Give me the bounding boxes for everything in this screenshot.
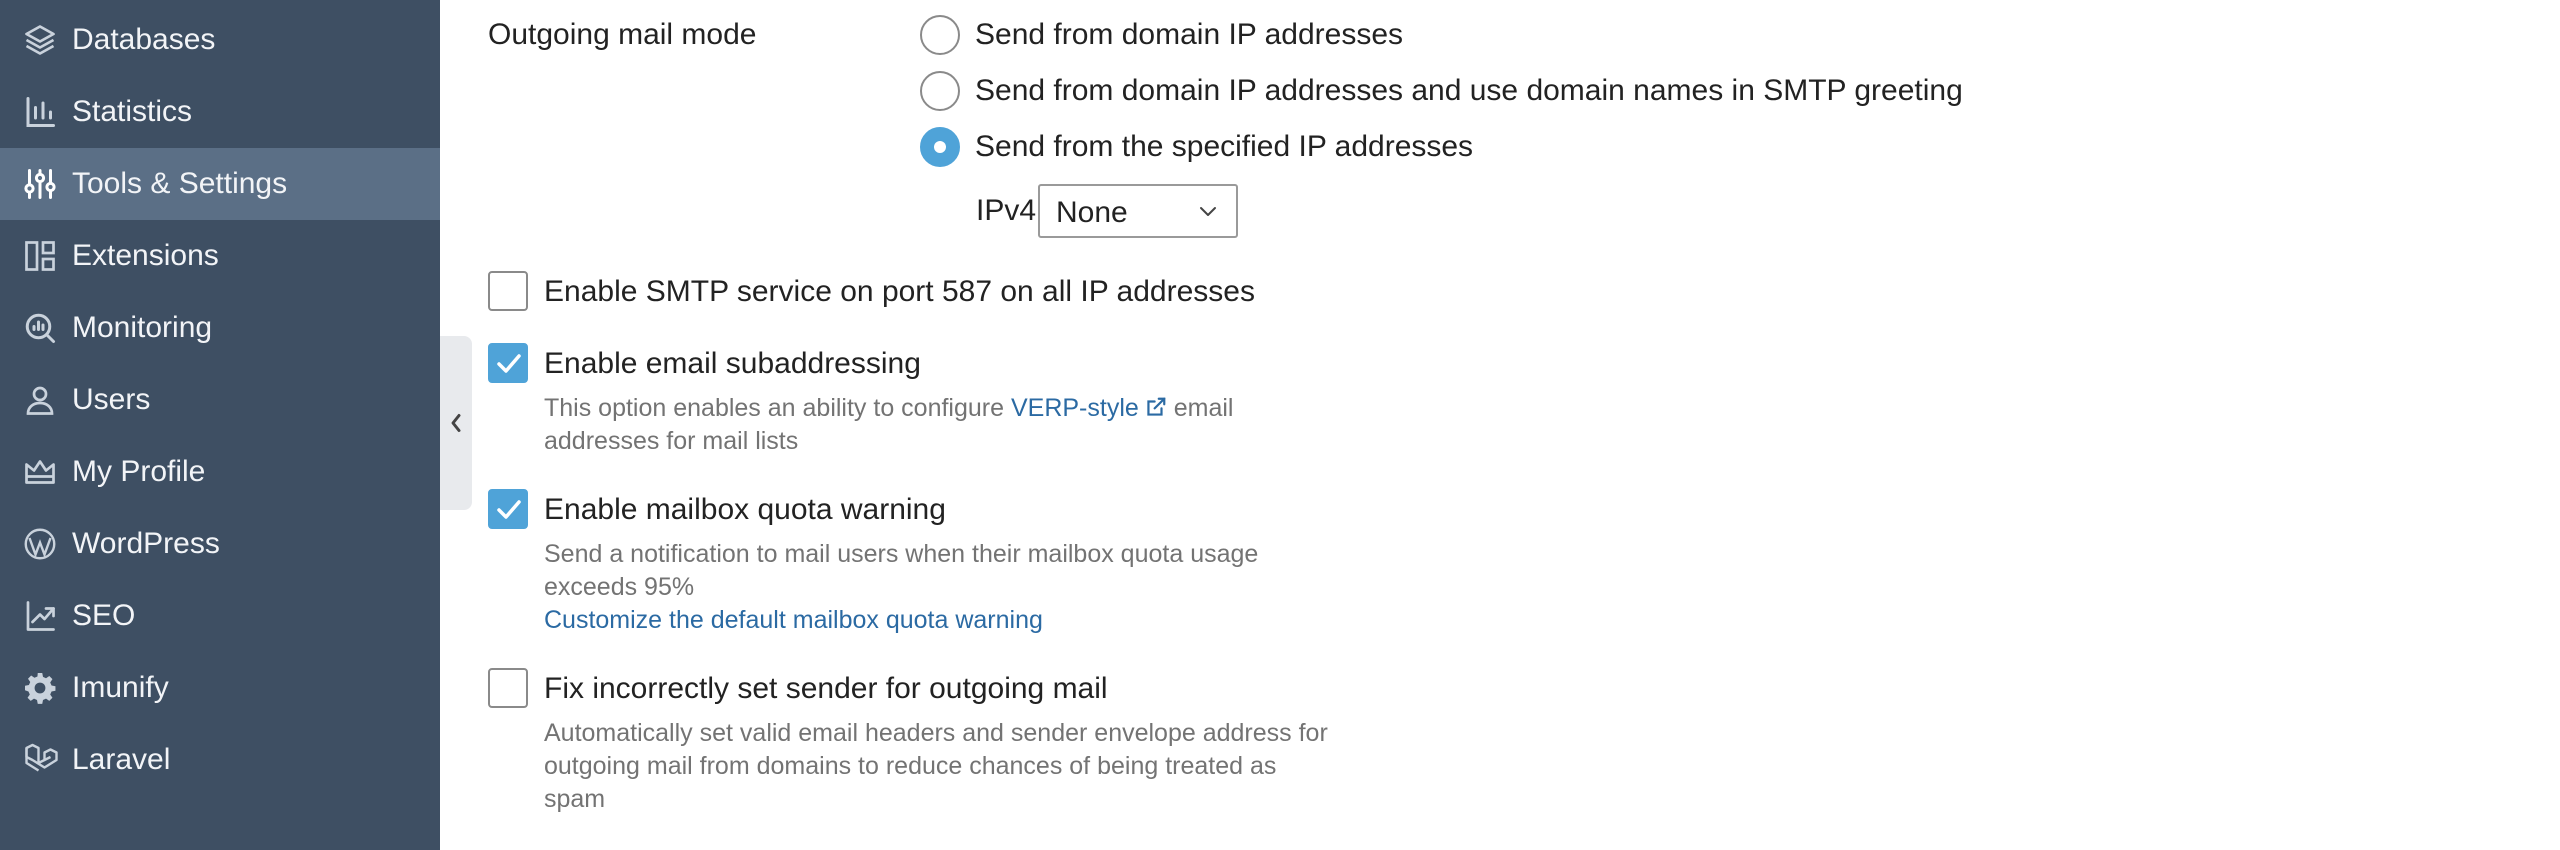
radio-label-send-from-domain-ip-smtp-greeting: Send from domain IP addresses and use do… bbox=[975, 74, 1963, 107]
sidebar-item-my-profile[interactable]: My Profile bbox=[0, 436, 440, 508]
fix-sender-desc-line3: spam bbox=[544, 785, 606, 813]
sidebar: Databases Statistics Tools & Settings Ex… bbox=[0, 0, 440, 850]
sidebar-item-label: Imunify bbox=[72, 671, 169, 704]
checkbox-fix-sender[interactable] bbox=[488, 668, 528, 708]
chevron-down-icon bbox=[1200, 207, 1216, 216]
quota-warning-description: Send a notification to mail users when t… bbox=[544, 538, 1324, 637]
sidebar-item-monitoring[interactable]: Monitoring bbox=[0, 292, 440, 364]
sidebar-item-extensions[interactable]: Extensions bbox=[0, 220, 440, 292]
checkbox-label-fix-sender: Fix incorrectly set sender for outgoing … bbox=[544, 672, 1108, 705]
checkmark-icon bbox=[497, 354, 521, 373]
checkbox-label-smtp-587: Enable SMTP service on port 587 on all I… bbox=[544, 275, 1255, 308]
monitoring-icon bbox=[20, 308, 60, 348]
sidebar-item-label: Users bbox=[72, 383, 151, 416]
sidebar-item-label: Extensions bbox=[72, 239, 219, 272]
outgoing-mail-mode-label: Outgoing mail mode bbox=[488, 18, 757, 51]
external-link-icon bbox=[1147, 397, 1166, 416]
seo-chart-icon bbox=[20, 596, 60, 636]
sidebar-item-label: Databases bbox=[72, 23, 216, 56]
sidebar-item-wordpress[interactable]: WordPress bbox=[0, 508, 440, 580]
subaddressing-desc-text: This option enables an ability to config… bbox=[544, 394, 1011, 422]
layers-icon bbox=[20, 20, 60, 60]
sidebar-item-statistics[interactable]: Statistics bbox=[0, 76, 440, 148]
checkbox-email-subaddressing[interactable] bbox=[488, 343, 528, 383]
sliders-icon bbox=[20, 164, 60, 204]
sidebar-item-imunify[interactable]: Imunify bbox=[0, 652, 440, 724]
fix-sender-description: Automatically set valid email headers an… bbox=[544, 717, 1344, 816]
gear-icon bbox=[20, 668, 60, 708]
user-icon bbox=[20, 380, 60, 420]
customize-quota-warning-link[interactable]: Customize the default mailbox quota warn… bbox=[544, 606, 1043, 634]
radio-send-from-domain-ip-smtp-greeting[interactable] bbox=[920, 71, 960, 111]
verp-style-link[interactable]: VERP-style bbox=[1011, 394, 1139, 422]
sidebar-item-label: Laravel bbox=[72, 743, 171, 776]
quota-desc-line2: exceeds 95% bbox=[544, 573, 695, 601]
sidebar-item-users[interactable]: Users bbox=[0, 364, 440, 436]
sidebar-item-laravel[interactable]: Laravel bbox=[0, 724, 440, 796]
radio-label-send-from-domain-ip: Send from domain IP addresses bbox=[975, 18, 1404, 51]
checkmark-icon bbox=[497, 500, 521, 519]
sidebar-item-label: Tools & Settings bbox=[72, 167, 288, 200]
radio-send-from-specified-ip[interactable] bbox=[920, 127, 960, 167]
sidebar-item-label: Monitoring bbox=[72, 311, 213, 344]
checkbox-label-mailbox-quota-warning: Enable mailbox quota warning bbox=[544, 493, 946, 526]
bar-chart-icon bbox=[20, 92, 60, 132]
checkbox-mailbox-quota-warning[interactable] bbox=[488, 489, 528, 529]
fix-sender-desc-line2: outgoing mail from domains to reduce cha… bbox=[544, 752, 1277, 780]
sidebar-item-databases[interactable]: Databases bbox=[0, 4, 440, 76]
ipv4-select[interactable]: None bbox=[1038, 184, 1238, 238]
subaddressing-desc-line2: addresses for mail lists bbox=[544, 427, 799, 455]
wordpress-icon bbox=[20, 524, 60, 564]
extensions-icon bbox=[20, 236, 60, 276]
sidebar-item-tools-settings[interactable]: Tools & Settings bbox=[0, 148, 440, 220]
checkbox-smtp-587[interactable] bbox=[488, 271, 528, 311]
radio-send-from-domain-ip[interactable] bbox=[920, 15, 960, 55]
sidebar-item-label: SEO bbox=[72, 599, 136, 632]
quota-desc-line1: Send a notification to mail users when t… bbox=[544, 540, 1259, 568]
sidebar-item-label: Statistics bbox=[72, 95, 193, 128]
sidebar-item-label: WordPress bbox=[72, 527, 220, 560]
laravel-icon bbox=[20, 740, 60, 780]
radio-label-send-from-specified-ip: Send from the specified IP addresses bbox=[975, 130, 1474, 163]
fix-sender-desc-line1: Automatically set valid email headers an… bbox=[544, 719, 1328, 747]
sidebar-item-label: My Profile bbox=[72, 455, 206, 488]
mail-settings-form: Outgoing mail mode Send from domain IP a… bbox=[440, 0, 2560, 850]
subaddressing-description: This option enables an ability to config… bbox=[544, 392, 1304, 458]
checkbox-label-email-subaddressing: Enable email subaddressing bbox=[544, 347, 921, 380]
crown-icon bbox=[20, 452, 60, 492]
sidebar-item-seo[interactable]: SEO bbox=[0, 580, 440, 652]
ipv4-label: IPv4 bbox=[976, 194, 1037, 227]
subaddressing-desc-text-end: email bbox=[1166, 394, 1234, 422]
ipv4-select-value: None bbox=[1056, 196, 1128, 229]
